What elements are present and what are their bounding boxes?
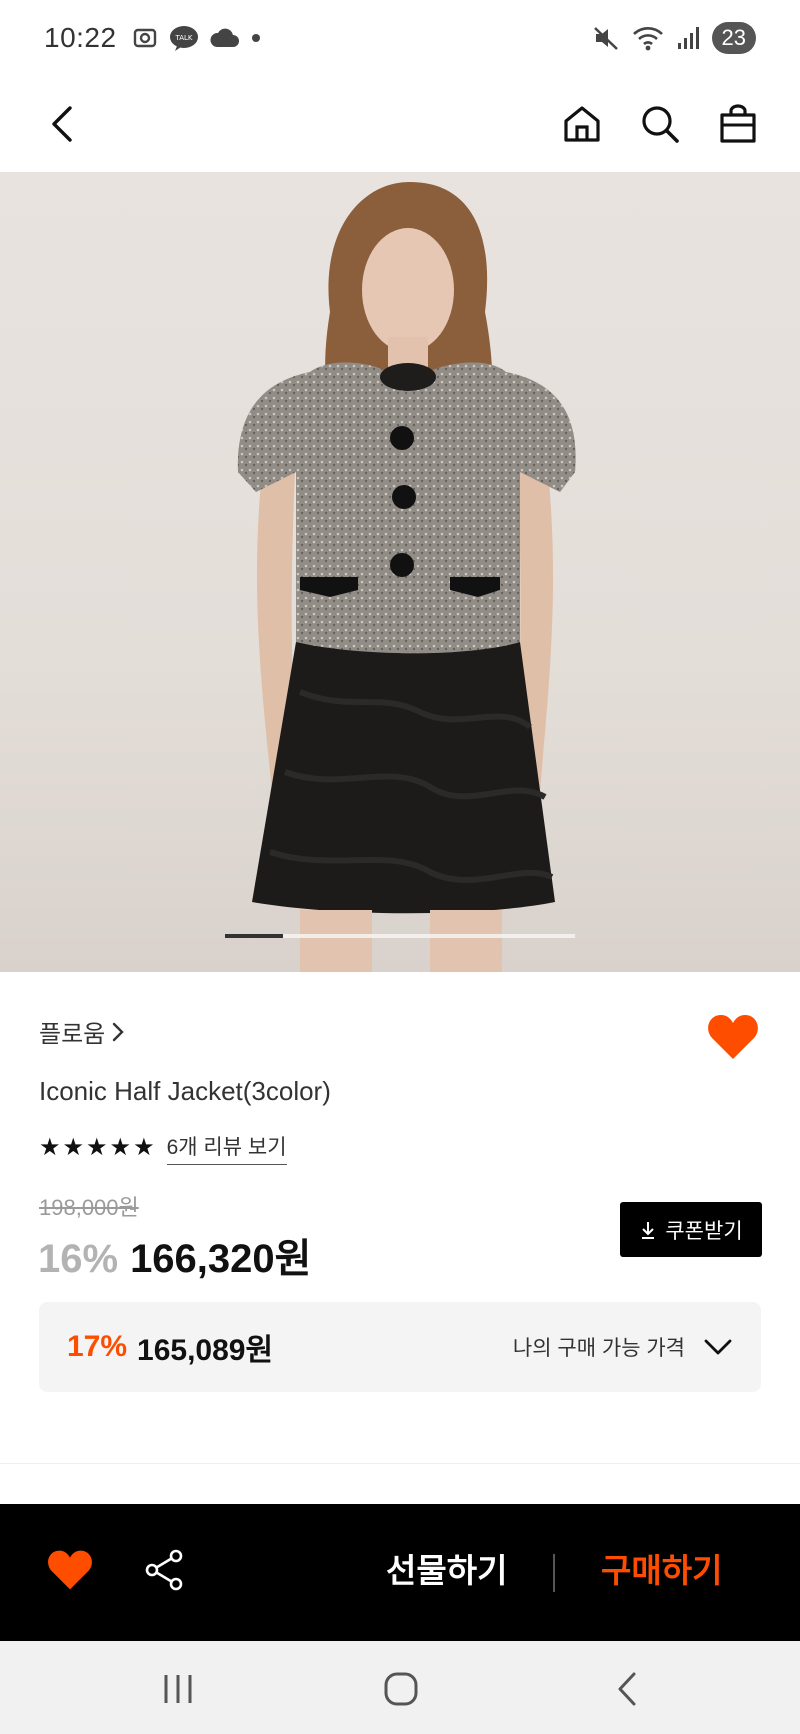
status-bar: 10:22 TALK 23 (0, 0, 800, 76)
section-divider (0, 1463, 800, 1464)
status-time: 10:22 (44, 22, 117, 53)
action-separator (553, 1554, 555, 1592)
coupon-download-button[interactable]: 쿠폰받기 (620, 1202, 762, 1257)
discount-rate: 16% (38, 1237, 119, 1281)
chevron-left-icon (52, 106, 72, 142)
download-icon (642, 1221, 655, 1239)
back-arrow-icon (618, 1672, 636, 1706)
battery-indicator: 23 (711, 22, 756, 54)
carousel-progress-indicator (225, 934, 283, 938)
system-home-button[interactable] (381, 1669, 421, 1709)
original-price: 198,000원 (39, 1195, 139, 1220)
status-notification-icons: TALK (131, 24, 263, 52)
status-system-icons: 23 (592, 22, 756, 54)
mute-icon (593, 27, 618, 50)
cloud-icon (210, 28, 239, 47)
wifi-icon (632, 27, 663, 51)
model-photo (237, 182, 576, 972)
bottom-action-bar: 선물하기 구매하기 (0, 1504, 800, 1641)
heart-filled-icon (708, 1015, 758, 1059)
signal-icon (677, 27, 699, 49)
bottom-wishlist-button[interactable] (46, 1548, 94, 1592)
dot-icon (251, 34, 260, 42)
home-circle-icon (384, 1672, 418, 1706)
brand-link[interactable]: 플로움 (39, 1014, 125, 1049)
best-price-value: 165,089원 (137, 1334, 274, 1367)
best-discount-rate: 17% (67, 1330, 128, 1363)
search-icon (642, 106, 679, 143)
star-icon: ★ (86, 1134, 108, 1161)
rating-row: ★ ★ ★ ★ ★ 6개 리뷰 보기 (39, 1131, 287, 1165)
kakaotalk-icon: TALK (169, 26, 198, 51)
chevron-down-icon (704, 1339, 732, 1355)
reviews-link[interactable]: 6개 리뷰 보기 (166, 1131, 287, 1165)
back-button[interactable] (40, 102, 84, 146)
top-navigation (0, 76, 800, 172)
star-icon: ★ (39, 1134, 61, 1161)
cart-button[interactable] (716, 102, 760, 146)
screenshot-icon (133, 28, 156, 48)
star-icon: ★ (62, 1134, 85, 1161)
home-button[interactable] (560, 102, 604, 146)
sale-price: 166,320원 (130, 1237, 312, 1281)
product-name: Iconic Half Jacket(3color) (39, 1076, 331, 1106)
search-button[interactable] (638, 102, 682, 146)
system-back-button[interactable] (608, 1669, 648, 1709)
heart-filled-icon (48, 1550, 92, 1590)
coupon-label: 쿠폰받기 (665, 1219, 743, 1243)
wishlist-button[interactable] (706, 1012, 760, 1062)
top-nav-actions (560, 102, 760, 146)
home-icon (564, 106, 600, 142)
best-price-label: 나의 구매 가능 가격 (512, 1337, 685, 1360)
system-navigation-bar (0, 1641, 800, 1734)
chevron-right-icon (113, 1022, 124, 1041)
share-button[interactable] (142, 1548, 186, 1592)
gift-button[interactable]: 선물하기 (386, 1544, 507, 1592)
star-icon: ★ (133, 1134, 155, 1161)
share-icon (145, 1549, 183, 1591)
price-row: 16% 166,320원 (38, 1226, 311, 1284)
recent-apps-button[interactable] (158, 1669, 198, 1709)
recent-apps-icon (164, 1675, 192, 1703)
shopping-bag-icon (720, 104, 756, 143)
star-icon: ★ (109, 1134, 132, 1161)
buy-button[interactable]: 구매하기 (601, 1544, 722, 1592)
svg-text:TALK: TALK (174, 34, 192, 42)
best-price-panel[interactable]: 17% 165,089원 나의 구매 가능 가격 (39, 1302, 761, 1392)
product-image[interactable] (0, 172, 800, 972)
brand-name: 플로움 (39, 1021, 106, 1048)
